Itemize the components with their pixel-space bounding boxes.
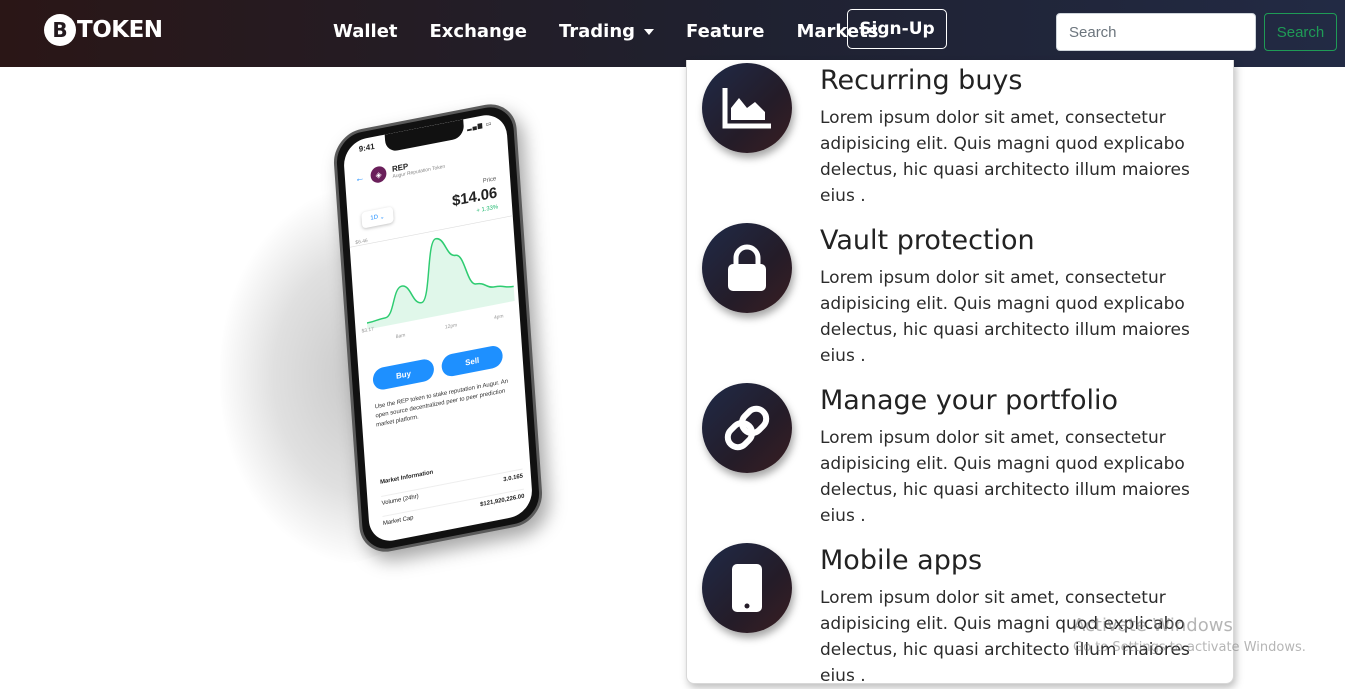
- navbar: B TOKEN Wallet Exchange Trading Feature …: [0, 0, 1345, 67]
- feature-item-vault-protection: Vault protection Lorem ipsum dolor sit a…: [687, 220, 1235, 366]
- brand-name: TOKEN: [77, 17, 163, 43]
- phone-notch: [384, 119, 465, 153]
- brand-logo[interactable]: B TOKEN: [44, 13, 163, 47]
- phone-illustration: 9:41 ▂▄▆ ▭ ← ◈ REP Augur Reputation Toke…: [300, 99, 600, 570]
- feature-text: Lorem ipsum dolor sit amet, consectetur …: [820, 108, 1190, 206]
- token-info: REP Augur Reputation Token: [392, 154, 446, 179]
- market-row-value: 3.0.165: [503, 473, 524, 484]
- features-card: Recurring buys Lorem ipsum dolor sit ame…: [686, 60, 1235, 686]
- caret-down-icon: [644, 28, 655, 35]
- back-arrow-icon: ←: [354, 171, 366, 185]
- feature-title: Mobile apps: [820, 545, 983, 576]
- chart-tick-3: 4pm: [494, 313, 504, 321]
- feature-item-mobile-apps: Mobile apps Lorem ipsum dolor sit amet, …: [687, 540, 1235, 686]
- chart-low-label: $3.17: [361, 326, 374, 334]
- nav-link-wallet[interactable]: Wallet: [317, 21, 414, 42]
- nav-link-exchange[interactable]: Exchange: [414, 21, 543, 42]
- feature-title: Vault protection: [820, 225, 1035, 256]
- market-row-value: $121,920,226.00: [479, 493, 525, 509]
- link-icon: [702, 383, 792, 473]
- market-info-title: Market Information: [379, 469, 434, 486]
- rep-token-icon: ◈: [370, 164, 387, 185]
- phone-screen: 9:41 ▂▄▆ ▭ ← ◈ REP Augur Reputation Toke…: [342, 111, 534, 545]
- mobile-phone-icon: [702, 543, 792, 633]
- nav-link-trading-label: Trading: [558, 20, 636, 42]
- app-header: ← ◈ REP Augur Reputation Token: [354, 154, 446, 188]
- phone-sell-button: Sell: [440, 344, 504, 379]
- feature-title: Recurring buys: [820, 65, 1023, 96]
- watermark-title: Activate Windows: [1073, 615, 1233, 636]
- nav-link-feature[interactable]: Feature: [670, 21, 780, 42]
- chart-tick-1: 8am: [396, 332, 406, 340]
- bitcoin-icon: B: [44, 14, 76, 46]
- nav-link-trading[interactable]: Trading: [543, 21, 670, 42]
- chart-tick-2: 12pm: [445, 322, 458, 330]
- feature-text: Lorem ipsum dolor sit amet, consectetur …: [820, 428, 1190, 526]
- phone-buy-button: Buy: [372, 357, 435, 392]
- nav-links: Wallet Exchange Trading Feature Markets: [317, 0, 894, 62]
- signup-button[interactable]: Sign-Up: [847, 9, 947, 49]
- market-row-label: Market Cap: [382, 515, 414, 528]
- feature-text: Lorem ipsum dolor sit amet, consectetur …: [820, 268, 1190, 366]
- search-input[interactable]: [1056, 13, 1256, 51]
- activate-windows-watermark: Activate Windows Go to Settings to activ…: [1073, 615, 1306, 655]
- signal-battery-icon: ▂▄▆ ▭: [466, 120, 493, 132]
- market-row-label: Volume (24hr): [381, 493, 419, 507]
- search-button[interactable]: Search: [1264, 13, 1337, 51]
- status-time: 9:41: [358, 141, 375, 154]
- area-chart-icon: [702, 63, 792, 153]
- chart-high-label: $6.46: [355, 238, 368, 246]
- price-chart: $6.46 $3.17 8am 12pm 4pm: [349, 214, 519, 340]
- feature-item-recurring-buys: Recurring buys Lorem ipsum dolor sit ame…: [687, 60, 1235, 206]
- feature-item-manage-portfolio: Manage your portfolio Lorem ipsum dolor …: [687, 380, 1235, 526]
- timeframe-label: 1D: [370, 214, 379, 222]
- watermark-subtitle: Go to Settings to activate Windows.: [1073, 640, 1306, 655]
- phone-frame: 9:41 ▂▄▆ ▭ ← ◈ REP Augur Reputation Toke…: [331, 99, 545, 557]
- feature-title: Manage your portfolio: [820, 385, 1119, 416]
- lock-icon: [702, 223, 792, 313]
- timeframe-select: 1D ⌄: [361, 206, 394, 228]
